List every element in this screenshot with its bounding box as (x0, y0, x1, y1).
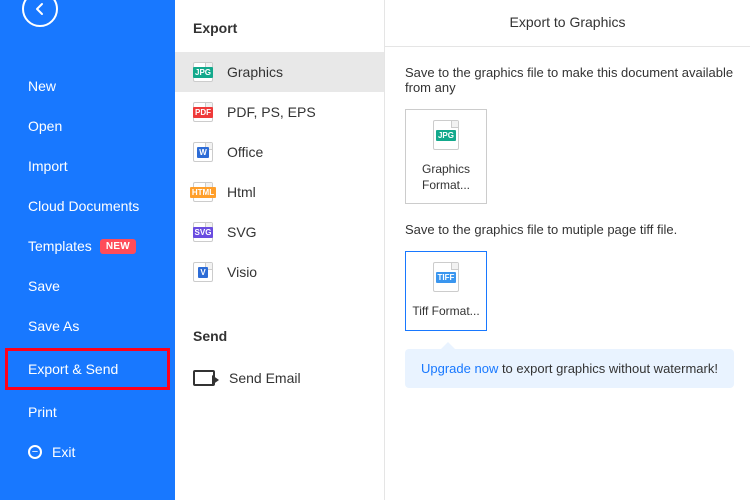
export-header: Export (175, 14, 384, 52)
icon-tag: TIFF (436, 272, 457, 283)
tiff-format-tile[interactable]: TIFF Tiff Format... (405, 251, 487, 331)
send-item-label: Send Email (229, 370, 301, 386)
export-item-visio[interactable]: V Visio (175, 252, 384, 292)
icon-tag: JPG (436, 130, 456, 141)
sidebar-list: New Open Import Cloud Documents Template… (0, 68, 175, 470)
sidebar-item-label: Export & Send (28, 361, 118, 377)
html-icon: HTML (193, 182, 213, 202)
middle-panel: Export JPG Graphics PDF PDF, PS, EPS W O… (175, 0, 385, 500)
sidebar-item-save[interactable]: Save (0, 268, 175, 304)
icon-tag: PDF (193, 107, 213, 118)
visio-icon: V (193, 262, 213, 282)
sidebar: New Open Import Cloud Documents Template… (0, 0, 175, 500)
tiff-description: Save to the graphics file to mutiple pag… (405, 204, 750, 251)
pdf-icon: PDF (193, 102, 213, 122)
export-item-label: Html (227, 184, 256, 200)
send-header: Send (175, 322, 384, 360)
sidebar-item-exit[interactable]: −Exit (0, 434, 175, 470)
sidebar-item-new[interactable]: New (0, 68, 175, 104)
jpg-icon: JPG (433, 120, 459, 150)
export-item-label: Visio (227, 264, 257, 280)
exit-icon: − (28, 445, 42, 459)
icon-tag: W (197, 147, 209, 158)
sidebar-item-label: Exit (52, 444, 75, 460)
export-item-pdf[interactable]: PDF PDF, PS, EPS (175, 92, 384, 132)
sidebar-item-save-as[interactable]: Save As (0, 308, 175, 344)
sidebar-item-label: Open (28, 118, 62, 134)
sidebar-item-cloud-documents[interactable]: Cloud Documents (0, 188, 175, 224)
new-badge: NEW (100, 239, 136, 254)
word-icon: W (193, 142, 213, 162)
sidebar-item-label: New (28, 78, 56, 94)
send-item-email[interactable]: Send Email (175, 360, 384, 396)
sidebar-item-import[interactable]: Import (0, 148, 175, 184)
send-email-icon (193, 370, 215, 386)
sidebar-item-label: Save (28, 278, 60, 294)
upgrade-banner: Upgrade now to export graphics without w… (405, 349, 734, 388)
tile-label: Graphics Format... (410, 162, 482, 193)
export-item-graphics[interactable]: JPG Graphics (175, 52, 384, 92)
export-item-office[interactable]: W Office (175, 132, 384, 172)
export-item-label: PDF, PS, EPS (227, 104, 316, 120)
sidebar-item-open[interactable]: Open (0, 108, 175, 144)
export-item-html[interactable]: HTML Html (175, 172, 384, 212)
sidebar-item-label: Print (28, 404, 57, 420)
export-item-svg[interactable]: SVG SVG (175, 212, 384, 252)
sidebar-item-label: Templates (28, 238, 92, 254)
sidebar-item-export-send[interactable]: Export & Send (5, 348, 170, 390)
icon-tag: SVG (193, 227, 214, 238)
svg-icon: SVG (193, 222, 213, 242)
sidebar-item-label: Cloud Documents (28, 198, 139, 214)
back-arrow-icon (31, 0, 49, 18)
tile-label: Tiff Format... (410, 304, 482, 320)
jpg-icon: JPG (193, 62, 213, 82)
graphics-format-tile[interactable]: JPG Graphics Format... (405, 109, 487, 204)
main-title: Export to Graphics (385, 14, 750, 46)
sidebar-item-templates[interactable]: Templates NEW (0, 228, 175, 264)
icon-tag: V (198, 267, 207, 278)
export-item-label: Office (227, 144, 263, 160)
sidebar-item-print[interactable]: Print (0, 394, 175, 430)
back-button[interactable] (22, 0, 58, 27)
main-panel: Export to Graphics Save to the graphics … (385, 0, 750, 500)
upgrade-link[interactable]: Upgrade now (421, 361, 498, 376)
sidebar-item-label: Save As (28, 318, 79, 334)
icon-tag: JPG (193, 67, 213, 78)
upgrade-text: to export graphics without watermark! (498, 361, 718, 376)
export-item-label: Graphics (227, 64, 283, 80)
export-item-label: SVG (227, 224, 257, 240)
tiff-icon: TIFF (433, 262, 459, 292)
sidebar-item-label: Import (28, 158, 68, 174)
graphics-description: Save to the graphics file to make this d… (405, 47, 750, 109)
icon-tag: HTML (190, 187, 216, 198)
